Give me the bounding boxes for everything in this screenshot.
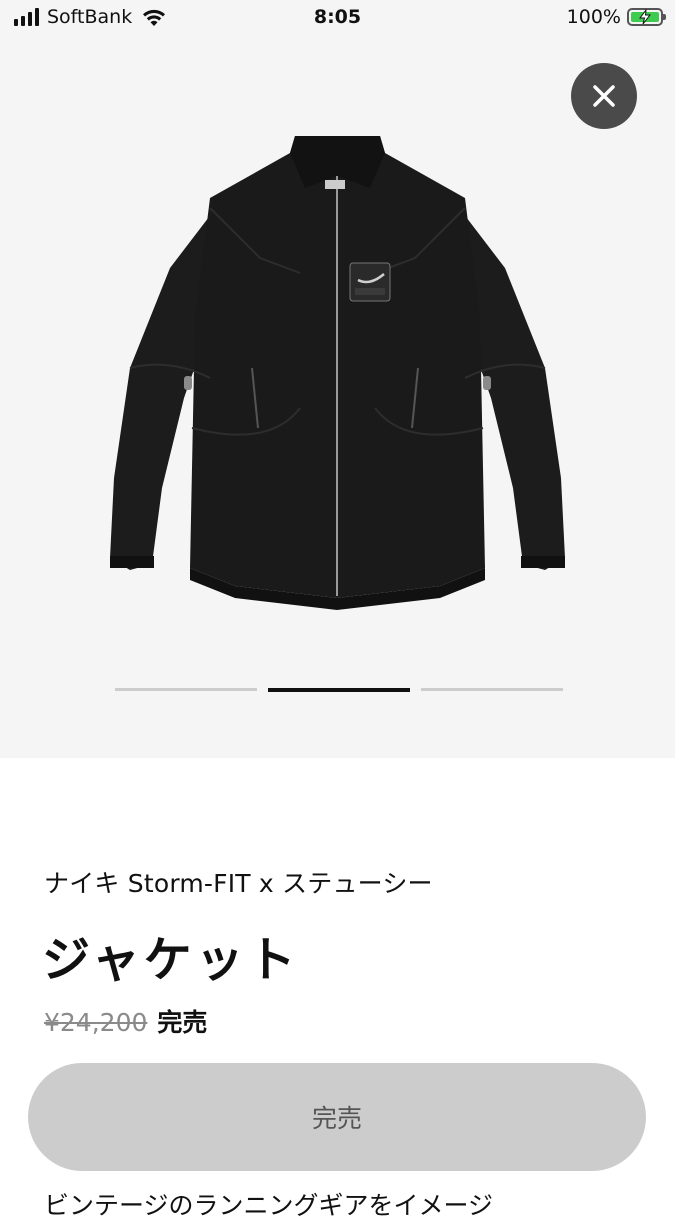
- charging-bolt-icon: [639, 9, 652, 25]
- product-subtitle: ナイキ Storm-FIT x ステューシー: [44, 869, 433, 898]
- carousel-indicators: [115, 687, 563, 692]
- close-icon: [593, 85, 615, 107]
- carousel-indicator-3[interactable]: [421, 688, 563, 691]
- carousel-indicator-1[interactable]: [115, 688, 257, 691]
- battery-percentage: 100%: [566, 6, 621, 28]
- close-button[interactable]: [571, 63, 637, 129]
- battery-icon: [627, 8, 666, 26]
- sold-out-label: 完売: [157, 1008, 208, 1037]
- carousel-indicator-2[interactable]: [268, 687, 410, 692]
- price-row: ¥24,200 完売: [44, 1003, 207, 1039]
- status-bar: SoftBank 8:05 100%: [0, 0, 675, 38]
- description-preview: ビンテージのランニングギアをイメージ: [44, 1191, 494, 1220]
- product-title: ジャケット: [42, 932, 300, 988]
- status-right: 100%: [566, 6, 666, 28]
- product-image-carousel[interactable]: [0, 38, 675, 758]
- original-price: ¥24,200: [44, 1008, 148, 1037]
- sold-out-button[interactable]: 完売: [28, 1063, 646, 1171]
- black-jacket-image: [110, 136, 565, 610]
